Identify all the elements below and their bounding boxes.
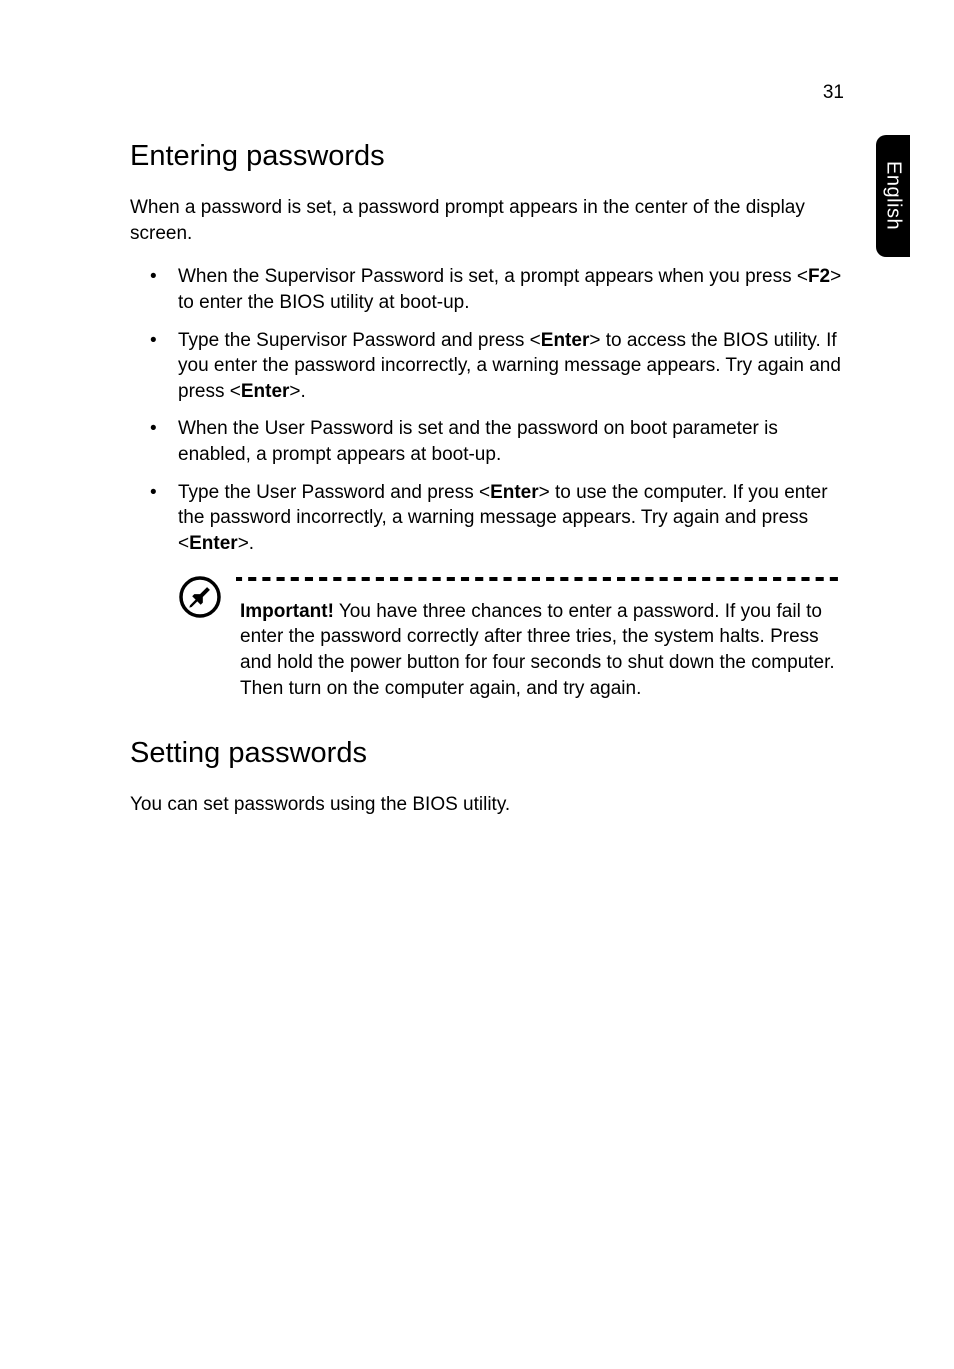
list-item-text: Type the Supervisor Password and press < <box>178 330 541 351</box>
list-item-text: >. <box>289 381 305 402</box>
key-label: F2 <box>808 266 830 287</box>
heading-entering-passwords: Entering passwords <box>130 140 844 173</box>
important-text: Important! You have three chances to ent… <box>236 599 844 702</box>
important-label: Important! <box>240 601 334 622</box>
key-label: Enter <box>541 330 590 351</box>
intro-paragraph-2: You can set passwords using the BIOS uti… <box>130 792 844 818</box>
key-label: Enter <box>189 533 238 554</box>
heading-setting-passwords: Setting passwords <box>130 737 844 770</box>
list-item: When the User Password is set and the pa… <box>130 416 844 467</box>
key-label: Enter <box>490 482 539 503</box>
important-note: Important! You have three chances to ent… <box>130 569 844 702</box>
list-item-text: >. <box>238 533 254 554</box>
page-number: 31 <box>823 82 844 104</box>
bullet-list-1: When the Supervisor Password is set, a p… <box>130 264 844 556</box>
list-item-text: Type the User Password and press < <box>178 482 490 503</box>
dotted-rule <box>236 569 844 589</box>
important-text-column: Important! You have three chances to ent… <box>236 569 844 702</box>
language-tab: English <box>876 135 910 257</box>
list-item-text: When the Supervisor Password is set, a p… <box>178 266 808 287</box>
page-root: 31 English Entering passwords When a pas… <box>0 0 954 1369</box>
page-content: Entering passwords When a password is se… <box>130 140 844 818</box>
list-item: When the Supervisor Password is set, a p… <box>130 264 844 315</box>
list-item-text: When the User Password is set and the pa… <box>178 418 778 465</box>
key-label: Enter <box>241 381 290 402</box>
intro-paragraph-1: When a password is set, a password promp… <box>130 195 844 246</box>
list-item: Type the User Password and press <Enter>… <box>130 480 844 557</box>
list-item: Type the Supervisor Password and press <… <box>130 328 844 405</box>
language-tab-label: English <box>882 161 905 230</box>
pin-icon <box>178 575 222 619</box>
